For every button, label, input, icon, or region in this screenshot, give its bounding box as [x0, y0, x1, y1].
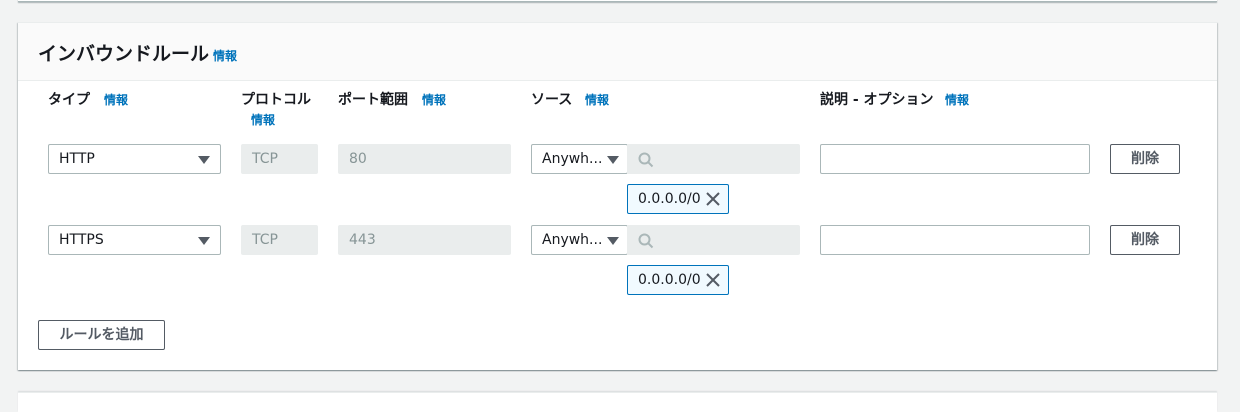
- col-header-source: ソース: [531, 92, 573, 108]
- rule-source-search[interactable]: [627, 144, 800, 174]
- rule-source-search[interactable]: [627, 225, 800, 255]
- col-header-description: 説明 - オプション: [820, 92, 934, 108]
- close-icon[interactable]: [706, 192, 720, 206]
- rule-source-select[interactable]: Anywh...: [531, 144, 628, 174]
- rule-type-value: HTTP: [59, 151, 95, 167]
- rule-source-select[interactable]: Anywh...: [531, 225, 628, 255]
- caret-down-icon: [198, 156, 210, 164]
- rule-port-range-field: 443: [338, 225, 511, 255]
- source-token: 0.0.0.0/0: [627, 265, 729, 295]
- close-icon[interactable]: [706, 273, 720, 287]
- search-icon: [638, 233, 654, 249]
- rule-type-value: HTTPS: [59, 232, 104, 248]
- rule-description-input[interactable]: [820, 144, 1090, 174]
- add-rule-button[interactable]: ルールを追加: [38, 320, 165, 350]
- panel-info-link[interactable]: 情報: [213, 47, 237, 64]
- caret-down-icon: [607, 156, 619, 164]
- col-header-port-range: ポート範囲: [338, 92, 408, 108]
- panel-title: インバウンドルール: [38, 43, 210, 65]
- delete-rule-button[interactable]: 削除: [1110, 225, 1180, 255]
- panel-header: インバウンドルール 情報: [18, 23, 1217, 81]
- source-token-label: 0.0.0.0/0: [638, 191, 701, 207]
- previous-panel: [18, 0, 1217, 2]
- rule-type-select[interactable]: HTTP: [48, 144, 221, 174]
- inbound-rules-panel: インバウンドルール 情報 タイプ 情報 プロトコル 情報 ポート範囲 情報 ソー…: [18, 22, 1217, 370]
- rule-type-select[interactable]: HTTPS: [48, 225, 221, 255]
- source-token-label: 0.0.0.0/0: [638, 272, 701, 288]
- rule-protocol-field: TCP: [241, 144, 318, 174]
- caret-down-icon: [607, 237, 619, 245]
- caret-down-icon: [198, 237, 210, 245]
- rule-source-value: Anywh...: [542, 232, 603, 248]
- rule-port-range-field: 80: [338, 144, 511, 174]
- type-info-link[interactable]: 情報: [104, 91, 128, 108]
- rule-source-value: Anywh...: [542, 151, 603, 167]
- col-header-protocol: プロトコル: [241, 92, 311, 108]
- rule-description-input[interactable]: [820, 225, 1090, 255]
- next-panel: [18, 392, 1217, 412]
- source-token: 0.0.0.0/0: [627, 184, 729, 214]
- port-range-info-link[interactable]: 情報: [422, 91, 446, 108]
- rule-protocol-field: TCP: [241, 225, 318, 255]
- source-info-link[interactable]: 情報: [585, 91, 609, 108]
- col-header-type: タイプ: [48, 92, 90, 108]
- delete-rule-button[interactable]: 削除: [1110, 144, 1180, 174]
- search-icon: [638, 152, 654, 168]
- protocol-info-link[interactable]: 情報: [251, 111, 275, 128]
- description-info-link[interactable]: 情報: [945, 91, 969, 108]
